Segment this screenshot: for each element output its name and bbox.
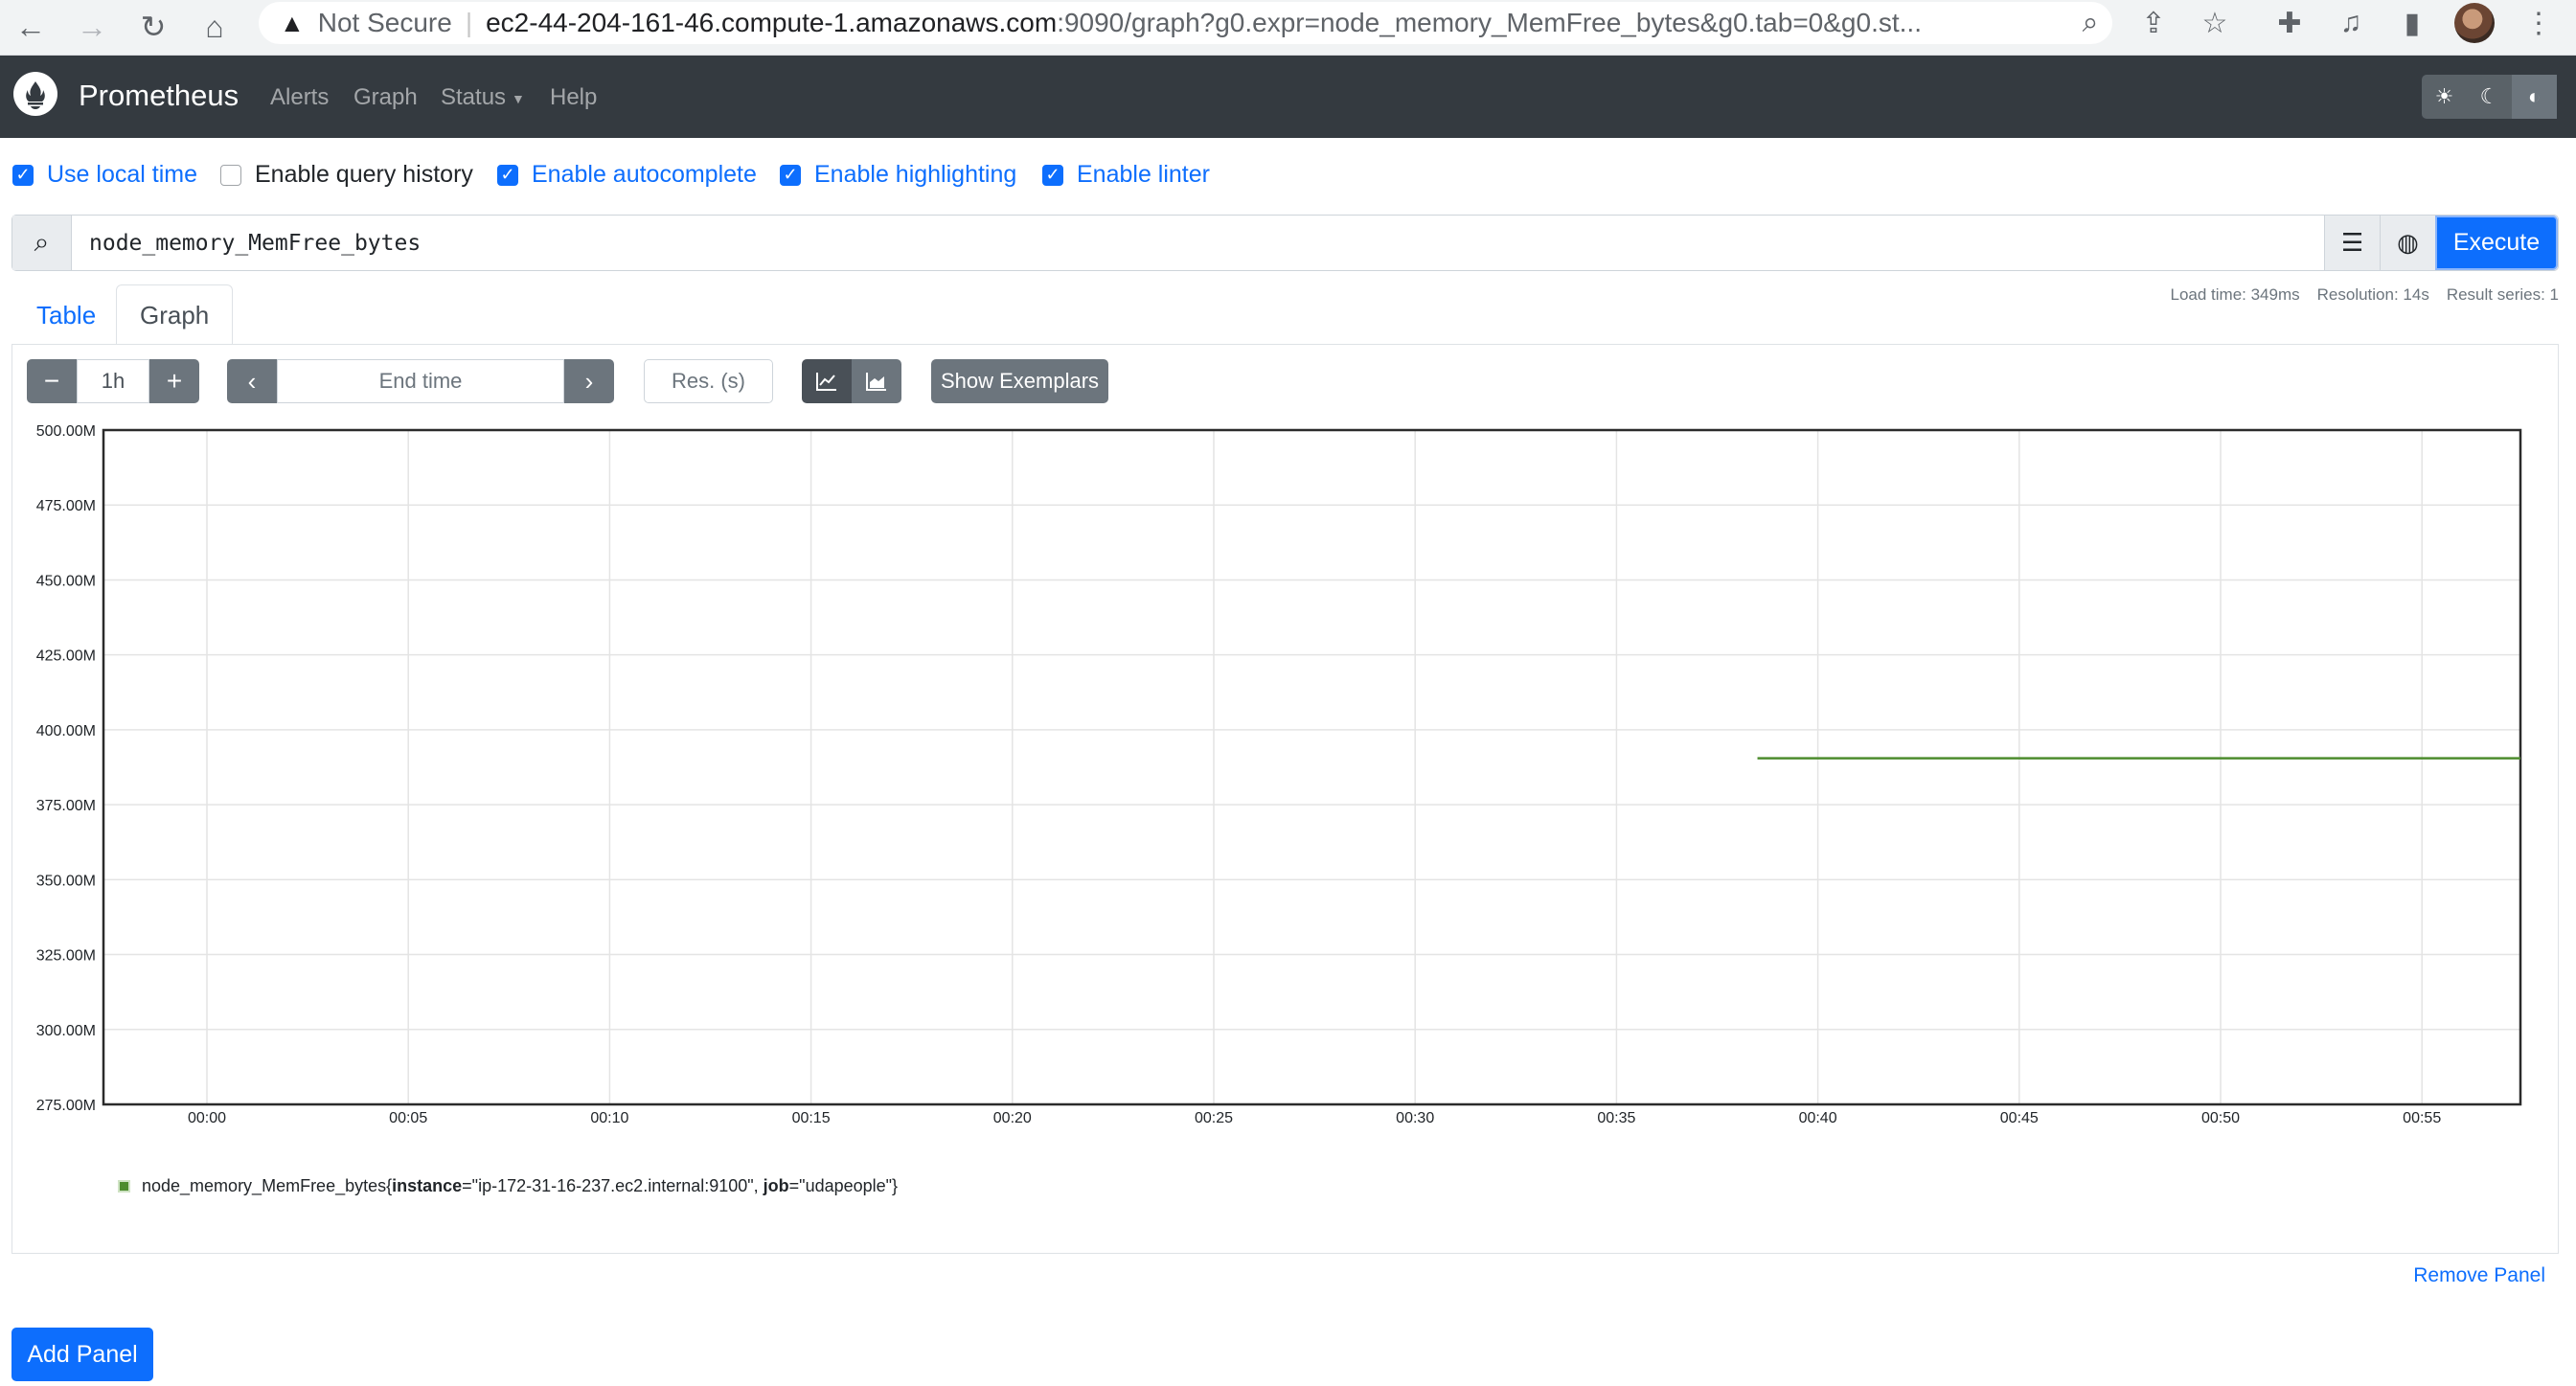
share-icon[interactable]: ⇪ (2132, 2, 2175, 44)
browser-toolbar: ← → ↻ ⌂ ▲ Not Secure | ec2-44-204-161-46… (0, 0, 2576, 56)
checkbox-unchecked-icon[interactable] (220, 164, 241, 186)
search-icon: ⌕ (12, 216, 72, 270)
range-input[interactable]: 1h (77, 359, 149, 403)
caret-down-icon: ▼ (512, 90, 525, 106)
x-tick-label: 00:35 (1597, 1110, 1635, 1126)
x-tick-label: 00:30 (1396, 1110, 1434, 1126)
nav-alerts[interactable]: Alerts (270, 84, 329, 111)
expression-bar: ⌕ node_memory_MemFree_bytes ☰ ◍ Execute (11, 215, 2559, 271)
y-tick-label: 425.00M (36, 648, 96, 665)
forward-icon[interactable]: → (69, 4, 115, 50)
graph-legend[interactable]: node_memory_MemFree_bytes{instance="ip-1… (118, 1176, 898, 1196)
x-tick-label: 00:15 (792, 1110, 831, 1126)
option-enable-autocomplete[interactable]: ✓ Enable autocomplete (497, 161, 757, 189)
omnibox-divider: | (465, 8, 473, 37)
option-enable-highlighting[interactable]: ✓ Enable highlighting (780, 161, 1016, 189)
execute-button[interactable]: Execute (2435, 216, 2558, 270)
reload-icon[interactable]: ↻ (130, 4, 176, 50)
y-tick-label: 275.00M (36, 1098, 96, 1114)
format-expression-icon[interactable]: ☰ (2324, 216, 2380, 270)
stacked-chart-icon[interactable] (852, 359, 901, 403)
x-tick-label: 00:40 (1799, 1110, 1837, 1126)
option-label: Enable highlighting (814, 161, 1017, 188)
url-text: ec2-44-204-161-46.compute-1.amazonaws.co… (486, 8, 1922, 37)
option-label: Use local time (47, 161, 197, 188)
media-control-icon[interactable]: ♫ (2330, 2, 2372, 44)
checkbox-checked-icon[interactable]: ✓ (12, 164, 34, 186)
query-stats: Load time: 349ms Resolution: 14s Result … (2171, 285, 2560, 305)
x-tick-label: 00:00 (188, 1110, 226, 1126)
home-icon[interactable]: ⌂ (192, 4, 238, 50)
chevron-right-icon[interactable]: › (564, 359, 614, 403)
y-tick-label: 325.00M (36, 948, 96, 965)
bookmark-star-icon[interactable]: ☆ (2194, 2, 2236, 44)
increase-range-button[interactable]: + (149, 359, 199, 403)
legend-swatch (118, 1180, 130, 1193)
app-navbar: Prometheus Alerts Graph Status ▼ Help ☀ ☾… (0, 56, 2576, 138)
security-label: Not Secure (317, 8, 452, 37)
y-tick-label: 375.00M (36, 798, 96, 814)
expression-input[interactable]: node_memory_MemFree_bytes (72, 216, 2324, 270)
option-enable-linter[interactable]: ✓ Enable linter (1042, 161, 1210, 189)
x-tick-label: 00:55 (2403, 1110, 2441, 1126)
y-tick-label: 500.00M (36, 423, 96, 440)
back-icon[interactable]: ← (8, 4, 54, 50)
resolution-input[interactable]: Res. (s) (644, 359, 773, 403)
result-series: Result series: 1 (2446, 285, 2559, 304)
y-tick-label: 400.00M (36, 723, 96, 739)
theme-toggle-group: ☀ ☾ ◐ (2422, 75, 2557, 119)
x-tick-label: 00:50 (2201, 1110, 2240, 1126)
option-label: Enable linter (1077, 161, 1210, 188)
option-use-local-time[interactable]: ✓ Use local time (12, 161, 197, 189)
remove-panel-link[interactable]: Remove Panel (2413, 1264, 2545, 1287)
load-time: Load time: 349ms (2170, 285, 2300, 304)
extensions-icon[interactable]: ✚ (2268, 2, 2311, 44)
chevron-left-icon[interactable]: ‹ (227, 359, 277, 403)
option-label: Enable query history (255, 161, 473, 188)
x-tick-label: 00:05 (389, 1110, 427, 1126)
end-time-input[interactable]: End time (277, 359, 564, 403)
checkbox-checked-icon[interactable]: ✓ (497, 164, 518, 186)
light-theme-icon[interactable]: ☀ (2422, 75, 2467, 119)
nav-status[interactable]: Status ▼ (441, 84, 525, 111)
nav-help[interactable]: Help (550, 84, 597, 111)
dark-theme-icon[interactable]: ☾ (2467, 75, 2512, 119)
legend-label: node_memory_MemFree_bytes{instance="ip-1… (142, 1176, 899, 1195)
x-tick-label: 00:45 (2000, 1110, 2039, 1126)
nav-graph[interactable]: Graph (353, 84, 418, 111)
y-tick-label: 350.00M (36, 873, 96, 889)
y-tick-label: 475.00M (36, 498, 96, 514)
option-enable-query-history[interactable]: Enable query history (220, 161, 473, 189)
brand-title[interactable]: Prometheus (79, 79, 239, 113)
auto-theme-icon[interactable]: ◐ (2512, 75, 2557, 119)
y-tick-label: 450.00M (36, 573, 96, 589)
y-tick-label: 300.00M (36, 1023, 96, 1039)
memory-graph[interactable]: 500.00M 475.00M 450.00M 425.00M 400.00M 375.0… (0, 421, 2576, 1149)
tab-graph[interactable]: Graph (116, 284, 234, 346)
line-chart-icon[interactable] (802, 359, 852, 403)
address-bar[interactable]: ▲ Not Secure | ec2-44-204-161-46.compute… (259, 2, 2112, 44)
zoom-icon[interactable]: ⌕ (2069, 2, 2111, 44)
decrease-range-button[interactable]: − (27, 359, 77, 403)
show-exemplars-button[interactable]: Show Exemplars (931, 359, 1108, 403)
prometheus-logo-icon[interactable] (13, 72, 57, 116)
warning-icon: ▲ (280, 8, 305, 37)
profile-avatar[interactable] (2454, 3, 2495, 43)
resolution: Resolution: 14s (2316, 285, 2429, 304)
more-menu-icon[interactable]: ⋮ (2518, 2, 2560, 44)
plot-frame (102, 428, 2522, 1106)
metrics-explorer-icon[interactable]: ◍ (2380, 216, 2435, 270)
add-panel-button[interactable]: Add Panel (11, 1328, 153, 1381)
x-tick-label: 00:20 (993, 1110, 1032, 1126)
tab-table[interactable]: Table (13, 284, 119, 346)
checkbox-checked-icon[interactable]: ✓ (1042, 164, 1063, 186)
side-panel-icon[interactable]: ▮ (2391, 2, 2433, 44)
x-tick-label: 00:10 (590, 1110, 628, 1126)
x-tick-label: 00:25 (1195, 1110, 1233, 1126)
option-label: Enable autocomplete (532, 161, 757, 188)
checkbox-checked-icon[interactable]: ✓ (780, 164, 801, 186)
